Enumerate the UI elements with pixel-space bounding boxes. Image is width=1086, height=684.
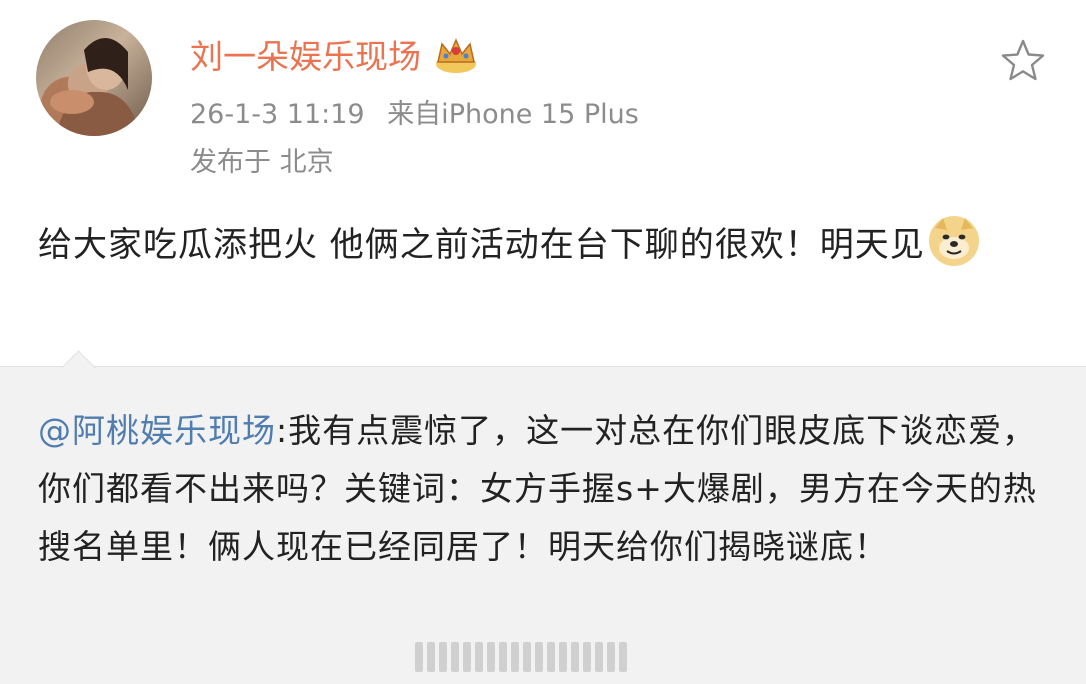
weibo-post: 刘一朵娱乐现场 26-1-3 11:19 来自iPhone 15 Plus 发布… bbox=[0, 0, 1086, 365]
post-text-body: 给大家吃瓜添把火 他俩之前活动在台下聊的很欢！明天见 bbox=[38, 225, 925, 265]
repost-mention[interactable]: @阿桃娱乐现场 bbox=[38, 411, 276, 450]
repost-pointer bbox=[60, 350, 96, 368]
author-name-text[interactable]: 刘一朵娱乐现场 bbox=[190, 30, 421, 78]
post-location: 发布于 北京 bbox=[190, 147, 334, 178]
star-icon[interactable] bbox=[1000, 38, 1046, 82]
crown-icon bbox=[436, 38, 476, 73]
post-source: 来自iPhone 15 Plus bbox=[387, 99, 639, 130]
post-timestamp: 26-1-3 11:19 bbox=[190, 99, 365, 130]
post-text: 给大家吃瓜添把火 他俩之前活动在台下聊的很欢！明天见 bbox=[38, 214, 1048, 272]
post-meta: 26-1-3 11:19 来自iPhone 15 Plus bbox=[190, 92, 639, 131]
doge-emoji bbox=[928, 216, 979, 266]
watermark-bar bbox=[415, 642, 685, 678]
repost-text: @阿桃娱乐现场:我有点震惊了，这一对总在你们眼皮底下谈恋爱，你们都看不出来吗？关… bbox=[38, 402, 1038, 576]
avatar[interactable] bbox=[36, 20, 152, 136]
author-name[interactable]: 刘一朵娱乐现场 bbox=[190, 30, 479, 78]
